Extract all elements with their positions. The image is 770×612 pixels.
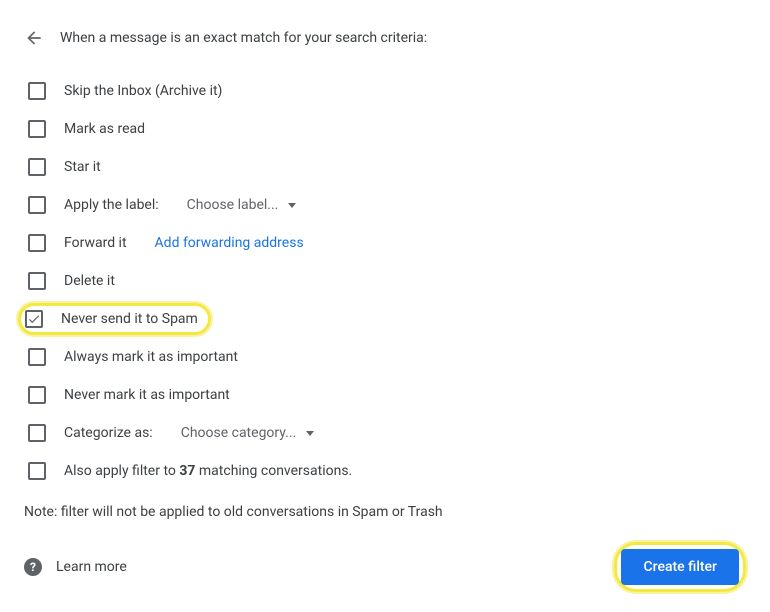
option-label: Mark as read xyxy=(64,121,145,137)
option-skip-inbox: Skip the Inbox (Archive it) xyxy=(24,72,746,110)
label-dropdown[interactable]: Choose label... xyxy=(187,197,297,213)
back-arrow-icon[interactable] xyxy=(24,28,44,48)
dropdown-text: Choose category... xyxy=(181,425,297,441)
option-apply-label: Apply the label: Choose label... xyxy=(24,186,746,224)
option-also-apply: Also apply filter to 37 matching convers… xyxy=(24,452,746,490)
option-star: Star it xyxy=(24,148,746,186)
option-label: Star it xyxy=(64,159,101,175)
dropdown-text: Choose label... xyxy=(187,197,279,213)
header-title: When a message is an exact match for you… xyxy=(60,30,427,46)
option-label: Delete it xyxy=(64,273,115,289)
option-label: Skip the Inbox (Archive it) xyxy=(64,83,222,99)
option-never-important: Never mark it as important xyxy=(24,376,746,414)
option-forward: Forward it Add forwarding address xyxy=(24,224,746,262)
option-label: Never mark it as important xyxy=(64,387,230,403)
also-apply-suffix: matching conversations. xyxy=(195,463,352,479)
also-apply-count: 37 xyxy=(179,463,195,479)
checkbox-delete[interactable] xyxy=(28,272,46,290)
checkbox-never-spam[interactable] xyxy=(25,310,43,328)
footer-left: ? Learn more xyxy=(24,558,127,576)
option-label: Also apply filter to 37 matching convers… xyxy=(64,463,352,479)
help-icon[interactable]: ? xyxy=(24,558,42,576)
checkbox-never-important[interactable] xyxy=(28,386,46,404)
learn-more-link[interactable]: Learn more xyxy=(56,559,127,575)
create-filter-button[interactable]: Create filter xyxy=(621,549,739,585)
option-mark-read: Mark as read xyxy=(24,110,746,148)
checkbox-also-apply[interactable] xyxy=(28,462,46,480)
option-label: Apply the label: xyxy=(64,197,159,213)
add-forwarding-link[interactable]: Add forwarding address xyxy=(155,235,304,251)
option-always-important: Always mark it as important xyxy=(24,338,746,376)
checkbox-mark-read[interactable] xyxy=(28,120,46,138)
option-never-spam: Never send it to Spam xyxy=(24,300,746,338)
category-dropdown[interactable]: Choose category... xyxy=(181,425,315,441)
checkbox-star[interactable] xyxy=(28,158,46,176)
header: When a message is an exact match for you… xyxy=(24,28,746,48)
checkbox-apply-label[interactable] xyxy=(28,196,46,214)
option-label: Never send it to Spam xyxy=(61,311,198,327)
option-categorize: Categorize as: Choose category... xyxy=(24,414,746,452)
option-label: Forward it xyxy=(64,235,127,251)
option-label: Always mark it as important xyxy=(64,349,238,365)
highlight-create-filter: Create filter xyxy=(614,542,746,592)
highlight-never-spam: Never send it to Spam xyxy=(18,303,211,335)
checkbox-categorize[interactable] xyxy=(28,424,46,442)
checkbox-skip-inbox[interactable] xyxy=(28,82,46,100)
chevron-down-icon xyxy=(306,431,314,436)
option-delete: Delete it xyxy=(24,262,746,300)
checkbox-forward[interactable] xyxy=(28,234,46,252)
option-label: Categorize as: xyxy=(64,425,153,441)
chevron-down-icon xyxy=(288,203,296,208)
footer: ? Learn more Create filter xyxy=(24,542,746,612)
checkbox-always-important[interactable] xyxy=(28,348,46,366)
also-apply-prefix: Also apply filter to xyxy=(64,463,179,479)
filter-note: Note: filter will not be applied to old … xyxy=(24,504,746,520)
